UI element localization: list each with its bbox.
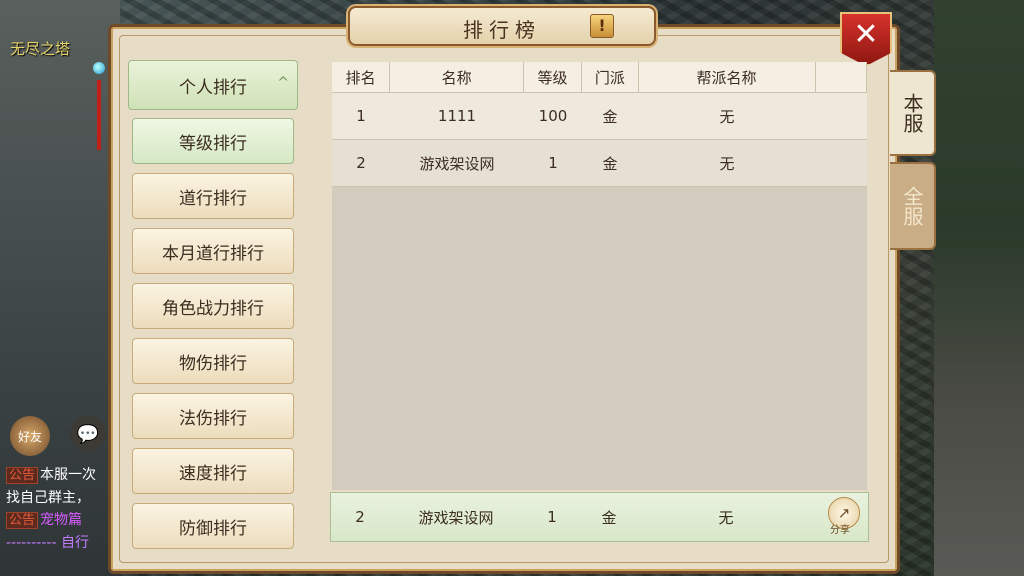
chat-line: 公告 宠物篇: [6, 509, 116, 532]
chat-text: 本服一次: [40, 467, 97, 483]
chat-bubble-icon[interactable]: 💬: [70, 416, 106, 452]
category-item-dao[interactable]: 道行排行: [132, 173, 294, 219]
table-row[interactable]: 2 游戏架设网 1 金 无: [332, 140, 867, 187]
table-header: 排名 名称 等级 门派 帮派名称: [332, 62, 867, 93]
cell-guild: 无: [719, 154, 735, 173]
my-sect: 金: [601, 508, 617, 527]
col-rank: 排名: [332, 62, 391, 92]
location-name: 无尽之塔: [10, 40, 71, 58]
cell-rank: 2: [356, 154, 366, 172]
category-header-label: 个人排行: [179, 77, 247, 98]
close-icon: ✕: [853, 17, 879, 52]
cell-level: 100: [538, 107, 568, 125]
cell-name: 1111: [437, 107, 477, 125]
category-list: 个人排行 ^ 等级排行 道行排行 本月道行排行 角色战力排行 物伤排行 法伤排行…: [128, 60, 298, 558]
chat-text: 找自己群主，: [6, 490, 90, 506]
my-rank-row: 2 游戏架设网 1 金 无: [330, 492, 869, 542]
category-item-speed[interactable]: 速度排行: [132, 448, 294, 494]
cell-level: 1: [548, 154, 558, 172]
tab-all-servers-label: 全服: [900, 186, 924, 226]
category-item-power[interactable]: 角色战力排行: [132, 283, 294, 329]
col-level: 等级: [524, 62, 583, 92]
help-icon[interactable]: !: [590, 14, 614, 38]
my-name: 游戏架设网: [418, 508, 494, 527]
chat-line: 公告 本服一次: [6, 464, 116, 487]
share-button[interactable]: ↗ 分享: [828, 497, 862, 536]
my-rank: 2: [355, 508, 365, 526]
category-item-monthly-dao[interactable]: 本月道行排行: [132, 228, 294, 274]
table-row[interactable]: 1 1111 100 金 无: [332, 93, 867, 140]
chat-line: 找自己群主，: [6, 487, 116, 509]
category-item-level[interactable]: 等级排行: [132, 118, 294, 164]
cell-guild: 无: [719, 107, 735, 126]
category-item-defense[interactable]: 防御排行: [132, 503, 294, 549]
cell-sect: 金: [602, 154, 618, 173]
chat-text: 宠物篇: [40, 512, 83, 528]
tab-this-server[interactable]: 本服: [890, 70, 936, 156]
notice-tag: 公告: [6, 512, 39, 529]
title-plaque: 排行榜 !: [348, 6, 656, 46]
category-item-magic-dmg[interactable]: 法伤排行: [132, 393, 294, 439]
my-level: 1: [547, 508, 557, 526]
col-name: 名称: [390, 62, 524, 92]
ranking-table: 排名 名称 等级 门派 帮派名称 1 1111 100 金 无 2 游戏架设网 …: [332, 62, 867, 490]
game-world-right: [934, 0, 1024, 576]
friend-icon[interactable]: 好友: [10, 416, 50, 456]
my-guild: 无: [718, 508, 734, 527]
tab-all-servers[interactable]: 全服: [890, 162, 936, 250]
tab-this-server-label: 本服: [900, 93, 924, 133]
col-sect: 门派: [582, 62, 639, 92]
sword-ornament-icon: [92, 40, 106, 150]
col-guild: 帮派名称: [639, 62, 816, 92]
friend-label: 好友: [17, 429, 42, 444]
chat-log: 公告 本服一次 找自己群主， 公告 宠物篇 ---------- 自行: [6, 464, 116, 554]
category-header-personal[interactable]: 个人排行 ^: [128, 60, 298, 110]
cell-rank: 1: [356, 107, 366, 125]
cell-sect: 金: [602, 107, 618, 126]
chat-text: ---------- 自行: [6, 535, 89, 551]
share-label: 分享: [830, 525, 850, 536]
chat-line: ---------- 自行: [6, 532, 116, 554]
notice-tag: 公告: [6, 467, 39, 484]
cell-name: 游戏架设网: [419, 154, 495, 173]
chevron-up-icon: ^: [277, 75, 289, 91]
category-item-phys-dmg[interactable]: 物伤排行: [132, 338, 294, 384]
col-extra: [816, 62, 867, 92]
